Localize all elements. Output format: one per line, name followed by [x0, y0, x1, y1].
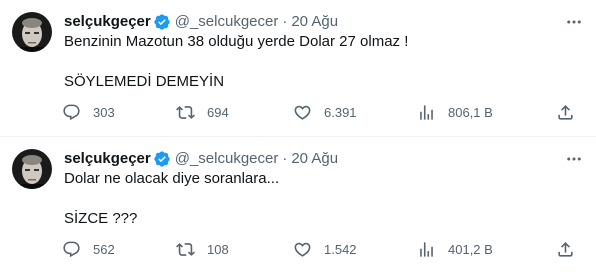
analytics-icon [420, 241, 433, 257]
more-options-icon[interactable] [564, 149, 584, 169]
verified-badge-icon[interactable] [153, 150, 171, 168]
reply-icon [63, 104, 80, 120]
retweet-button[interactable]: 108 [176, 240, 229, 259]
retweet-button[interactable]: 694 [176, 103, 229, 122]
avatar[interactable] [12, 12, 52, 52]
share-icon [558, 241, 573, 257]
avatar[interactable] [12, 149, 52, 189]
like-count: 6.391 [324, 104, 357, 120]
tweet[interactable]: selçukgeçer @_selcukgecer · 20 Ağu Dolar… [0, 137, 596, 275]
tweet-line: SİZCE ??? [64, 210, 138, 227]
reply-count: 303 [93, 104, 115, 120]
reply-button[interactable]: 303 [62, 103, 115, 122]
like-button[interactable]: 1.542 [293, 240, 357, 259]
tweet-line: Dolar ne olacak diye soranlara... [64, 170, 280, 187]
verified-badge-icon[interactable] [153, 13, 171, 31]
view-count: 401,2 B [448, 241, 493, 257]
timestamp[interactable]: 20 Ağu [291, 12, 338, 32]
views-button[interactable]: 401,2 B [417, 240, 493, 259]
avatar-image [12, 149, 52, 189]
display-name[interactable]: selçukgeçer [64, 12, 151, 32]
tweet-line: SÖYLEMEDİ DEMEYİN [64, 73, 225, 90]
tweet-text: Dolar ne olacak diye soranlara... SİZCE … [64, 169, 580, 229]
tweet[interactable]: selçukgeçer @_selcukgecer · 20 Ağu Benzi… [0, 0, 596, 137]
view-count: 806,1 B [448, 104, 493, 120]
retweet-icon [176, 242, 195, 256]
handle[interactable]: @_selcukgecer [175, 149, 279, 169]
action-bar: 562 108 1.542 401,2 B [58, 239, 584, 259]
timestamp[interactable]: 20 Ağu [291, 149, 338, 169]
reply-button[interactable]: 562 [62, 240, 115, 259]
retweet-count: 694 [207, 104, 229, 120]
separator: · [282, 13, 288, 30]
display-name[interactable]: selçukgeçer [64, 149, 151, 169]
heart-icon [294, 242, 311, 257]
retweet-icon [176, 105, 195, 119]
more-options-icon[interactable] [564, 12, 584, 32]
reply-icon [63, 241, 80, 257]
views-button[interactable]: 806,1 B [417, 103, 493, 122]
analytics-icon [420, 104, 433, 120]
share-button[interactable] [556, 103, 575, 122]
share-button[interactable] [556, 240, 575, 259]
like-count: 1.542 [324, 241, 357, 257]
heart-icon [294, 105, 311, 120]
tweet-line: Benzinin Mazotun 38 olduğu yerde Dolar 2… [64, 33, 409, 50]
handle[interactable]: @_selcukgecer [175, 12, 279, 32]
tweet-text: Benzinin Mazotun 38 olduğu yerde Dolar 2… [64, 32, 580, 92]
action-bar: 303 694 6.391 806,1 B [58, 102, 584, 122]
share-icon [558, 104, 573, 120]
reply-count: 562 [93, 241, 115, 257]
separator: · [282, 150, 288, 167]
avatar-image [12, 12, 52, 52]
like-button[interactable]: 6.391 [293, 103, 357, 122]
retweet-count: 108 [207, 241, 229, 257]
